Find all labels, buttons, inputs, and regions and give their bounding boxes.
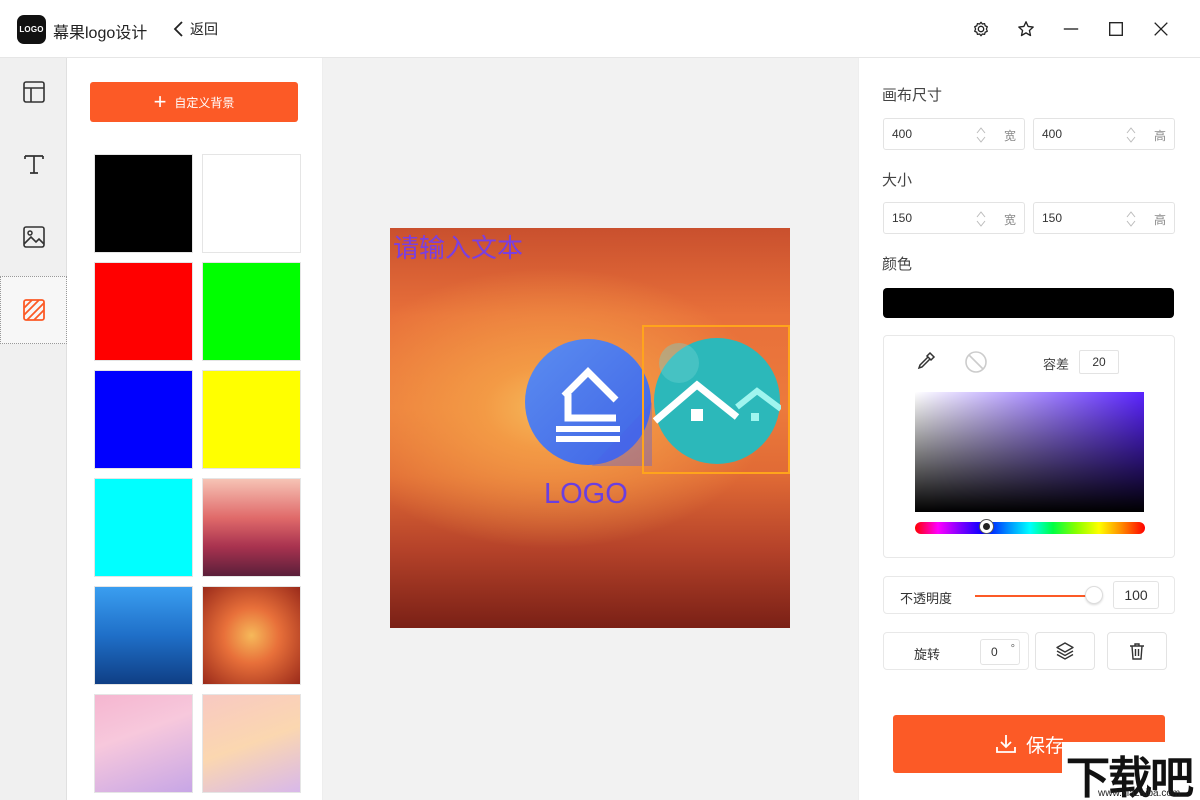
degree-unit: °: [1011, 637, 1015, 661]
plus-icon: +: [154, 91, 167, 113]
size-label: 大小: [882, 169, 912, 190]
download-icon: [994, 732, 1018, 756]
no-color-icon[interactable]: [964, 350, 988, 374]
saturation-value-area[interactable]: [915, 392, 1144, 512]
opacity-input[interactable]: 100: [1113, 581, 1159, 609]
spinner-icon: [976, 209, 986, 229]
background-swatch[interactable]: [202, 154, 301, 253]
image-icon: [21, 224, 47, 250]
spinner-icon: [1126, 209, 1136, 229]
tool-background[interactable]: [0, 276, 67, 344]
app-title: 幕果logo设计: [53, 19, 147, 43]
trash-icon: [1127, 641, 1147, 661]
maximize-button[interactable]: [1101, 14, 1131, 44]
back-label: 返回: [190, 19, 218, 39]
layout-icon: [21, 79, 47, 105]
rotate-label: 旋转: [914, 644, 940, 663]
work-area: 请输入文本 LOGO: [323, 58, 858, 800]
minimize-button[interactable]: [1056, 14, 1086, 44]
custom-background-button[interactable]: + 自定义背景: [90, 82, 298, 122]
background-swatch[interactable]: [202, 586, 301, 685]
background-swatch[interactable]: [94, 262, 193, 361]
close-icon: [1152, 20, 1170, 38]
background-swatch[interactable]: [202, 478, 301, 577]
width-unit: 宽: [1004, 211, 1016, 228]
spinner-icon: [976, 125, 986, 145]
favorite-button[interactable]: [1011, 14, 1041, 44]
canvas-width-value: 400: [892, 127, 912, 141]
opacity-slider-handle[interactable]: [1085, 586, 1103, 604]
close-button[interactable]: [1146, 14, 1176, 44]
spinner-icon: [1126, 125, 1136, 145]
eyedropper-icon[interactable]: [915, 350, 937, 372]
minimize-icon: [1062, 20, 1080, 38]
text-icon: [21, 151, 47, 177]
custom-background-label: 自定义背景: [174, 94, 234, 111]
canvas-text-element[interactable]: 请输入文本: [393, 228, 523, 265]
star-icon: [1017, 20, 1035, 38]
background-pattern-icon: [21, 297, 47, 323]
opacity-label: 不透明度: [900, 588, 952, 607]
layers-button[interactable]: [1035, 632, 1095, 670]
background-swatch[interactable]: [94, 478, 193, 577]
properties-panel: 画布尺寸 400 宽 400 高 大小 150 宽 150 高 颜色 容差 20…: [858, 58, 1200, 800]
element-width-value: 150: [892, 211, 912, 225]
canvas-size-label: 画布尺寸: [882, 84, 942, 105]
watermark-url-text: www.xiazaiba.com: [1098, 788, 1180, 799]
background-swatch[interactable]: [202, 694, 301, 793]
color-swatch-bar[interactable]: [883, 288, 1174, 318]
rotate-control: 旋转 0 °: [883, 632, 1029, 670]
design-canvas[interactable]: 请输入文本 LOGO: [390, 228, 790, 628]
tolerance-label: 容差: [1043, 354, 1069, 373]
back-button[interactable]: 返回: [172, 18, 218, 40]
canvas-height-value: 400: [1042, 127, 1062, 141]
tool-layout[interactable]: [0, 58, 67, 126]
height-unit: 高: [1154, 211, 1166, 228]
canvas-height-input[interactable]: 400 高: [1033, 118, 1175, 150]
chevron-left-icon: [172, 20, 186, 38]
house-logo-icon-blue[interactable]: [524, 338, 652, 466]
hue-slider[interactable]: [915, 522, 1145, 534]
background-swatch[interactable]: [94, 586, 193, 685]
element-height-input[interactable]: 150 高: [1033, 202, 1175, 234]
width-unit: 宽: [1004, 127, 1016, 144]
app-logo: LOGO: [17, 15, 46, 44]
background-swatch[interactable]: [94, 370, 193, 469]
background-swatch[interactable]: [202, 370, 301, 469]
site-watermark: 下载吧 www.xiazaiba.com: [1062, 742, 1200, 800]
background-swatch[interactable]: [202, 262, 301, 361]
rotate-value: 0: [991, 645, 998, 659]
settings-button[interactable]: [966, 14, 996, 44]
delete-button[interactable]: [1107, 632, 1167, 670]
opacity-slider[interactable]: [975, 595, 1095, 597]
layers-icon: [1055, 641, 1075, 661]
background-panel: + 自定义背景: [67, 58, 323, 800]
opacity-control: 不透明度 100: [883, 576, 1175, 614]
tool-text[interactable]: [0, 130, 67, 198]
height-unit: 高: [1154, 127, 1166, 144]
tolerance-input[interactable]: 20: [1079, 350, 1119, 374]
tool-image[interactable]: [0, 203, 67, 271]
element-width-input[interactable]: 150 宽: [883, 202, 1025, 234]
canvas-width-input[interactable]: 400 宽: [883, 118, 1025, 150]
selection-box[interactable]: [642, 325, 790, 474]
color-picker: 容差 20: [883, 335, 1175, 558]
gear-icon: [972, 20, 990, 38]
tool-sidebar: [0, 58, 67, 800]
element-height-value: 150: [1042, 211, 1062, 225]
save-label: 保存: [1026, 731, 1064, 758]
background-swatch[interactable]: [94, 694, 193, 793]
color-label: 颜色: [882, 253, 912, 274]
rotate-input[interactable]: 0 °: [980, 639, 1020, 665]
background-swatch[interactable]: [94, 154, 193, 253]
maximize-icon: [1107, 20, 1125, 38]
canvas-logo-text[interactable]: LOGO: [544, 478, 628, 511]
title-bar: LOGO 幕果logo设计 返回: [0, 0, 1200, 58]
